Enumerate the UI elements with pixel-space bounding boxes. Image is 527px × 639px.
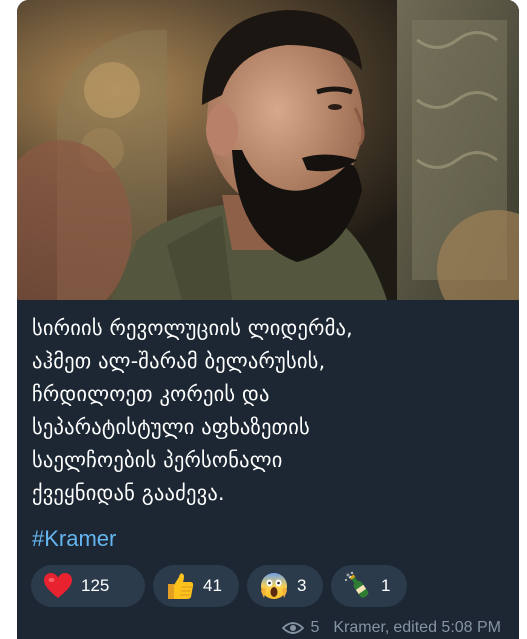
post-author: Kramer, [333,619,390,636]
red-heart-icon [43,571,73,601]
reaction-count: 3 [297,576,307,595]
post-text-line: სირიის რევოლუციის ლიდერმა, [32,316,353,340]
post-text-line: სეპარატისტული აფხაზეთის [32,415,310,439]
message-footer: 5 Kramer, edited 5:08 PM [282,619,501,637]
reaction-count: 125 [81,576,110,595]
reaction-champagne[interactable]: 1 [331,565,407,607]
reaction-scream[interactable]: 3 [247,565,323,607]
post-text: სირიის რევოლუციის ლიდერმა, აჰმეთ ალ-შარა… [32,312,510,510]
post-text-line: ქვეყნიდან გააძევა. [32,481,225,505]
page: სირიის რევოლუციის ლიდერმა, აჰმეთ ალ-შარა… [0,0,527,639]
screaming-face-icon [259,571,289,601]
bearded-man-photo-icon [17,0,519,300]
post-text-line: ჩრდილოეთ კორეის და [32,382,270,406]
eye-icon [282,622,305,634]
reaction-count: 41 [203,576,222,595]
edited-timestamp: edited 5:08 PM [393,619,501,636]
reaction-heart[interactable]: 125 [31,565,145,607]
hashtag-link[interactable]: #Kramer [32,525,116,553]
reaction-thumbs-up[interactable]: 41 [153,565,239,607]
message-bubble[interactable]: სირიის რევოლუციის ლიდერმა, აჰმეთ ალ-შარა… [17,0,519,639]
thumbs-up-icon [165,571,195,601]
champagne-bottle-icon [343,571,373,601]
reaction-count: 1 [381,576,391,595]
post-text-line: აჰმეთ ალ-შარამ ბელარუსის, [32,349,326,373]
post-photo[interactable] [17,0,519,300]
view-count: 5 [310,619,320,636]
post-text-line: საელჩოების პერსონალი [32,448,283,472]
